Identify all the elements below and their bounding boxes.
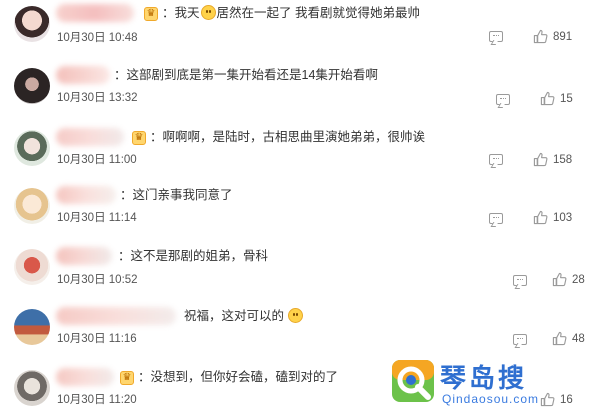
comment-time: 10月30日 13:32 bbox=[57, 92, 138, 104]
like-count: 48 bbox=[572, 332, 585, 345]
avatar[interactable] bbox=[14, 309, 50, 345]
like-button[interactable]: 48 bbox=[552, 331, 585, 346]
reply-icon[interactable] bbox=[513, 275, 527, 286]
reply-icon[interactable] bbox=[489, 154, 503, 165]
like-button[interactable]: 891 bbox=[533, 29, 572, 44]
like-count: 891 bbox=[553, 30, 573, 43]
like-button[interactable]: 158 bbox=[533, 152, 572, 167]
member-badge-icon: ♛ bbox=[120, 371, 134, 385]
smile-emoji-icon bbox=[200, 5, 216, 20]
like-button[interactable]: 103 bbox=[533, 210, 572, 225]
comment-text: ：啊啊啊，是陆时，古相思曲里演她弟弟，很帅诶 bbox=[150, 130, 426, 144]
comment-time: 10月30日 11:14 bbox=[57, 212, 137, 224]
thumbs-up-icon bbox=[533, 152, 548, 167]
thumbs-up-icon bbox=[533, 210, 548, 225]
comment-text: ：这不是那剧的姐弟，骨科 bbox=[118, 249, 269, 263]
username-blurred[interactable] bbox=[56, 307, 176, 325]
avatar[interactable] bbox=[14, 6, 50, 42]
comment-text: ：这部剧到底是第一集开始看还是14集开始看啊 bbox=[114, 68, 378, 82]
like-count: 103 bbox=[553, 211, 573, 224]
thumbs-up-icon bbox=[552, 272, 567, 287]
watermark-url: Qindaosou.com bbox=[442, 392, 540, 406]
comment-item: ：这部剧到底是第一集开始看还是14集开始看啊 10月30日 13:32 15 bbox=[0, 62, 600, 118]
like-button[interactable]: 15 bbox=[540, 91, 573, 106]
comment-item: 祝福，这对可以的 10月30日 11:16 48 bbox=[0, 303, 600, 359]
comment-text: ：我天 居然在一起了 我看剧就觉得她弟最帅 bbox=[162, 5, 420, 20]
avatar[interactable] bbox=[14, 130, 50, 166]
comment-item: ♛ ：我天 居然在一起了 我看剧就觉得她弟最帅 10月30日 10:48 891 bbox=[0, 0, 600, 56]
username-blurred[interactable] bbox=[56, 128, 124, 146]
comment-text: 祝福，这对可以的 bbox=[184, 308, 304, 324]
heart-eyes-emoji-icon bbox=[288, 308, 304, 323]
username-blurred[interactable] bbox=[56, 66, 110, 84]
avatar[interactable] bbox=[14, 188, 50, 224]
comment-item: ：这门亲事我同意了 10月30日 11:14 103 bbox=[0, 182, 600, 238]
username-blurred[interactable] bbox=[56, 186, 116, 204]
member-badge-icon: ♛ bbox=[132, 131, 146, 145]
thumbs-up-icon bbox=[533, 29, 548, 44]
qindaosou-logo-icon bbox=[392, 360, 434, 402]
reply-icon[interactable] bbox=[513, 334, 527, 345]
comment-text: ：没想到，但你好会磕，磕到对的了 bbox=[138, 370, 339, 384]
like-count: 28 bbox=[572, 273, 585, 286]
comment-time: 10月30日 10:52 bbox=[57, 274, 138, 286]
thumbs-up-icon bbox=[540, 91, 555, 106]
reply-icon[interactable] bbox=[489, 213, 503, 224]
watermark-title: 琴岛搜 bbox=[440, 364, 528, 394]
comment-time: 10月30日 10:48 bbox=[57, 32, 138, 44]
comment-time: 10月30日 11:16 bbox=[57, 333, 137, 345]
avatar[interactable] bbox=[14, 370, 50, 406]
comment-item: ♛ ：啊啊啊，是陆时，古相思曲里演她弟弟，很帅诶 10月30日 11:00 15… bbox=[0, 124, 600, 180]
like-count: 15 bbox=[560, 92, 573, 105]
like-button[interactable]: 28 bbox=[552, 272, 585, 287]
username-blurred[interactable] bbox=[56, 368, 114, 386]
site-watermark: 琴岛搜 Qindaosou.com bbox=[390, 358, 595, 410]
thumbs-up-icon bbox=[552, 331, 567, 346]
avatar[interactable] bbox=[14, 249, 50, 285]
comment-time: 10月30日 11:20 bbox=[57, 394, 137, 406]
comment-time: 10月30日 11:00 bbox=[57, 154, 137, 166]
username-blurred[interactable] bbox=[56, 4, 134, 22]
comment-text: ：这门亲事我同意了 bbox=[120, 188, 233, 202]
username-blurred[interactable] bbox=[56, 247, 112, 265]
comment-item: ：这不是那剧的姐弟，骨科 10月30日 10:52 28 bbox=[0, 243, 600, 299]
reply-icon[interactable] bbox=[489, 31, 503, 42]
avatar[interactable] bbox=[14, 68, 50, 104]
like-count: 158 bbox=[553, 153, 573, 166]
reply-icon[interactable] bbox=[496, 94, 510, 105]
member-badge-icon: ♛ bbox=[144, 7, 158, 21]
